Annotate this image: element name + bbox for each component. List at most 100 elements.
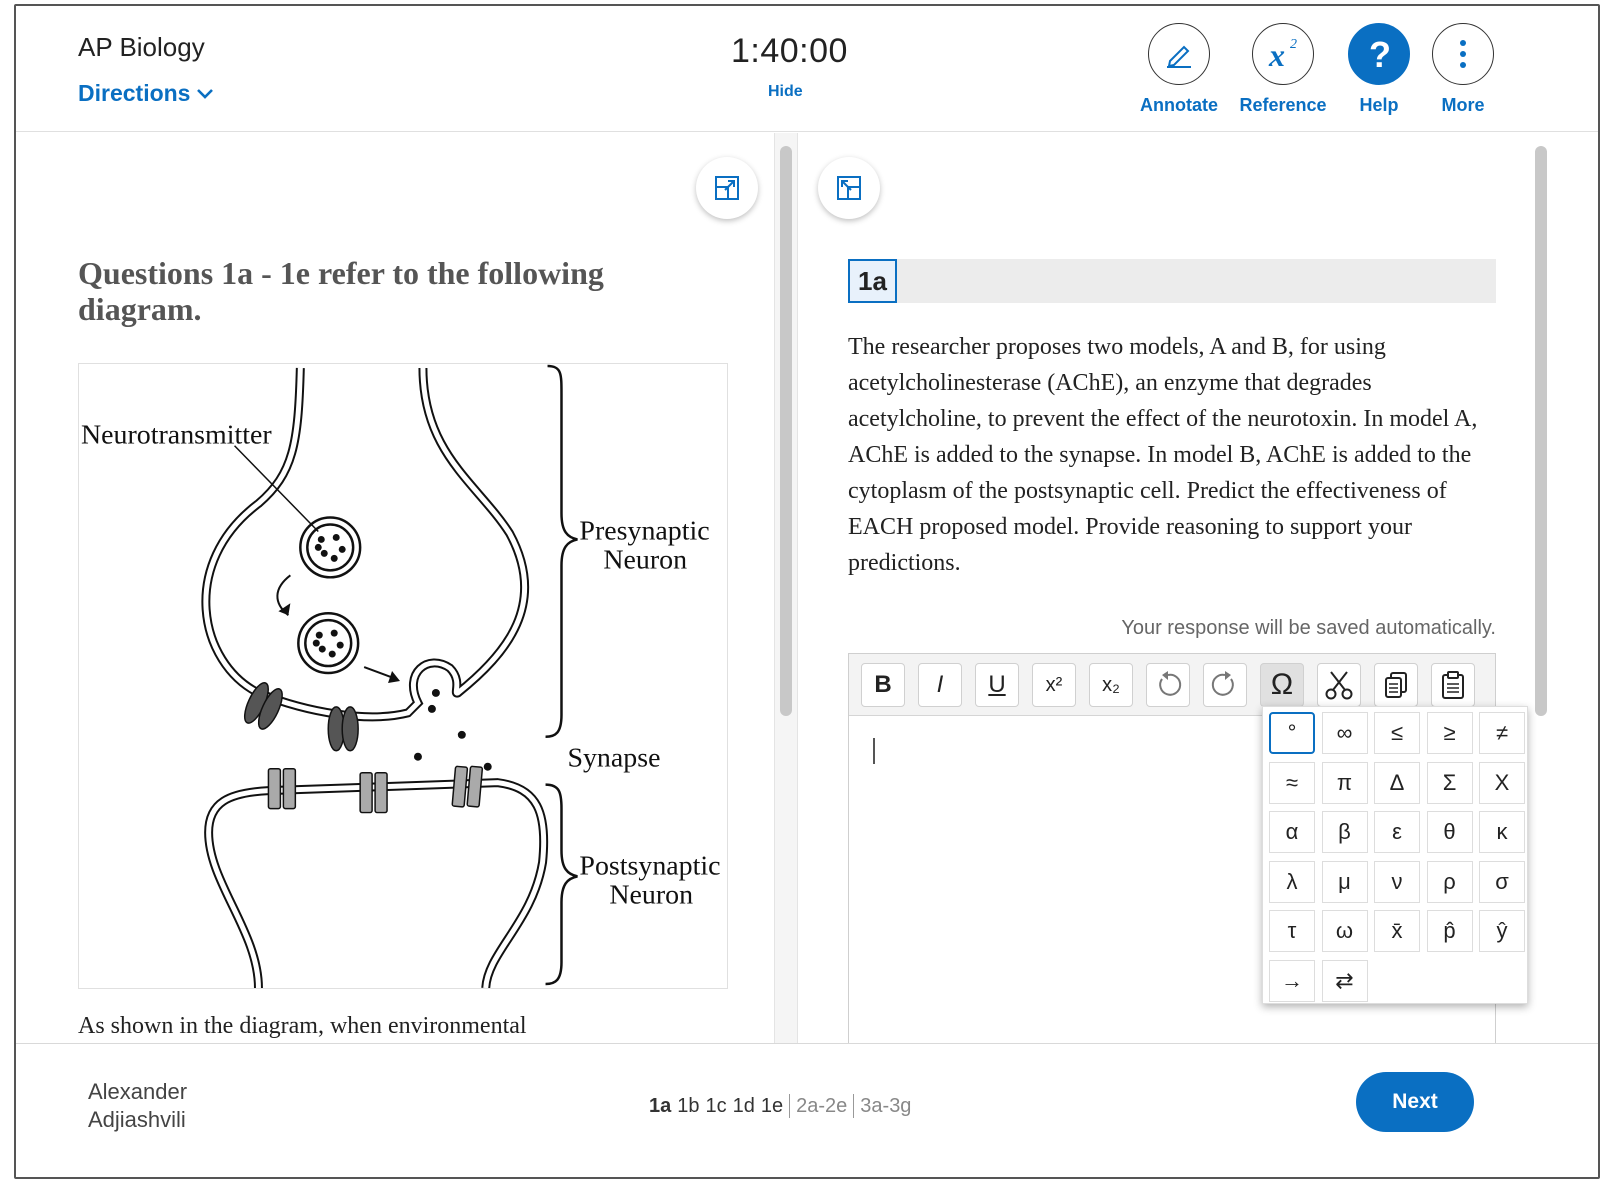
exam-timer: 1:40:00	[731, 32, 848, 70]
special-char-button[interactable]: θ	[1426, 811, 1473, 853]
stimulus-heading: Questions 1a - 1e refer to the following…	[78, 255, 604, 327]
special-char-button[interactable]: p̂	[1426, 910, 1473, 952]
more-button[interactable]: More	[1418, 23, 1508, 116]
scissors-icon	[1325, 671, 1353, 700]
expand-stimulus-button[interactable]	[696, 157, 758, 219]
special-char-button[interactable]: π	[1321, 761, 1368, 804]
question-label-bar: 1a	[848, 259, 1496, 303]
exam-window: AP Biology Directions 1:40:00 Hide Annot…	[14, 4, 1600, 1179]
bold-button[interactable]: B	[861, 663, 905, 707]
redo-icon	[1211, 671, 1234, 696]
help-button[interactable]: ? Help	[1334, 23, 1424, 116]
presynaptic-label-line2: Neuron	[603, 544, 687, 575]
special-char-button[interactable]: °	[1269, 712, 1315, 754]
redo-button[interactable]	[1203, 663, 1247, 707]
special-char-button[interactable]: λ	[1269, 860, 1315, 903]
special-char-button[interactable]: →	[1269, 959, 1315, 1002]
question-navigator: 1a 1b 1c 1d 1e 2a-2e 3a-3g	[646, 1094, 914, 1118]
question-mark-icon: ?	[1348, 23, 1410, 85]
header: AP Biology Directions 1:40:00 Hide Annot…	[16, 6, 1598, 132]
special-char-button[interactable]: τ	[1269, 910, 1315, 952]
question-scrollbar[interactable]	[1535, 146, 1547, 716]
special-char-button[interactable]: κ	[1479, 811, 1525, 853]
annotate-label: Annotate	[1140, 95, 1218, 115]
collapse-question-button[interactable]	[818, 157, 880, 219]
nav-group-2[interactable]: 2a-2e	[793, 1095, 850, 1118]
nav-question-1a[interactable]: 1a	[646, 1095, 674, 1118]
svg-text:?: ?	[1369, 34, 1391, 74]
special-char-button[interactable]: Χ	[1479, 761, 1525, 804]
expand-icon	[715, 176, 739, 200]
special-char-button[interactable]: ∞	[1321, 712, 1368, 754]
undo-icon	[1159, 671, 1182, 696]
underline-button[interactable]: U	[975, 663, 1019, 707]
special-char-button[interactable]: x̄	[1374, 910, 1420, 952]
reference-label: Reference	[1239, 95, 1327, 115]
autosave-note: Your response will be saved automaticall…	[1121, 617, 1496, 639]
stimulus-body-text: As shown in the diagram, when environmen…	[78, 1013, 527, 1039]
special-char-button[interactable]: α	[1269, 811, 1315, 853]
nav-question-1d[interactable]: 1d	[730, 1095, 758, 1118]
superscript-button[interactable]: x²	[1032, 663, 1076, 707]
pencil-icon	[1148, 23, 1210, 85]
special-characters-button[interactable]: Ω	[1260, 663, 1304, 707]
student-first-name: Alexander	[88, 1079, 188, 1104]
stimulus-panel: Questions 1a - 1e refer to the following…	[16, 133, 774, 1045]
svg-text:x: x	[1268, 37, 1285, 73]
special-char-button[interactable]: ⇄	[1321, 959, 1368, 1002]
paste-button[interactable]	[1431, 663, 1475, 707]
postsynaptic-label-line1: Postsynaptic	[579, 850, 720, 881]
more-label: More	[1441, 95, 1485, 115]
neurotransmitter-label: Neurotransmitter	[81, 420, 272, 451]
student-name: Alexander Adjiashvili	[88, 1078, 187, 1134]
hide-timer-button[interactable]: Hide	[768, 83, 803, 101]
more-vertical-icon	[1432, 23, 1494, 85]
text-cursor	[873, 738, 875, 764]
special-char-button[interactable]: μ	[1321, 860, 1368, 903]
clipboard-icon	[1442, 671, 1464, 699]
question-number: 1a	[848, 259, 897, 303]
presynaptic-label-line1: Presynaptic	[579, 515, 709, 546]
special-char-button[interactable]: σ	[1479, 860, 1525, 903]
special-char-button[interactable]: ≠	[1479, 712, 1525, 754]
nav-question-1e[interactable]: 1e	[758, 1095, 786, 1118]
help-label: Help	[1359, 95, 1399, 115]
italic-button[interactable]: I	[918, 663, 962, 707]
app-title: AP Biology	[78, 32, 205, 62]
special-char-button[interactable]: ≈	[1269, 761, 1315, 804]
directions-label: Directions	[78, 80, 191, 106]
next-button[interactable]: Next	[1356, 1072, 1474, 1132]
nav-separator	[853, 1094, 855, 1118]
synapse-diagram: Neurotransmitter Presynaptic Neuron Syna…	[78, 363, 728, 989]
special-characters-popup: ° ∞ ≤ ≥ ≠ ≈ π Δ Σ Χα β ε θ κ λ μ ν ρ σ τ ω x̄ p̂ ŷ → ⇄	[1262, 706, 1528, 1004]
nav-question-1c[interactable]: 1c	[703, 1095, 730, 1118]
postsynaptic-label-line2: Neuron	[609, 879, 693, 910]
special-char-button[interactable]: ≥	[1426, 712, 1473, 754]
collapse-icon	[837, 176, 861, 200]
nav-question-1b[interactable]: 1b	[674, 1095, 702, 1118]
copy-icon	[1385, 672, 1407, 698]
special-char-button[interactable]: Σ	[1426, 761, 1473, 804]
special-char-button[interactable]: ρ	[1426, 860, 1473, 903]
nav-separator	[789, 1094, 791, 1118]
special-char-button[interactable]: ν	[1374, 860, 1420, 903]
annotate-button[interactable]: Annotate	[1134, 23, 1224, 116]
special-char-button[interactable]: ≤	[1374, 712, 1420, 754]
special-char-button[interactable]: Δ	[1374, 761, 1420, 804]
special-char-button[interactable]: ω	[1321, 910, 1368, 952]
special-char-button[interactable]: ŷ	[1479, 910, 1525, 952]
directions-toggle[interactable]: Directions	[78, 80, 214, 107]
special-char-button[interactable]: β	[1321, 811, 1368, 853]
subscript-button[interactable]: x₂	[1089, 663, 1133, 707]
svg-text:2: 2	[1290, 37, 1297, 52]
undo-button[interactable]	[1146, 663, 1190, 707]
chevron-down-icon	[197, 88, 214, 99]
nav-group-3[interactable]: 3a-3g	[857, 1095, 914, 1118]
stimulus-scrollbar[interactable]	[780, 146, 792, 716]
question-text: The researcher proposes two models, A an…	[848, 334, 1478, 576]
reference-button[interactable]: x2 Reference	[1238, 23, 1328, 116]
copy-button[interactable]	[1374, 663, 1418, 707]
special-char-button[interactable]: ε	[1374, 811, 1420, 853]
cut-button[interactable]	[1317, 663, 1361, 707]
formula-icon: x2	[1252, 23, 1314, 85]
